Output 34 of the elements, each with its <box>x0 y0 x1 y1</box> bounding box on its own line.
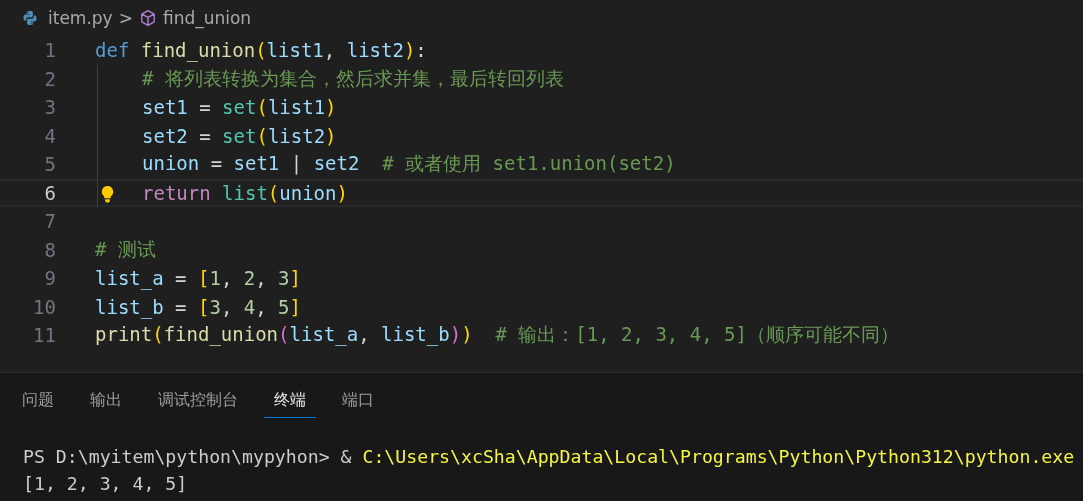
line-number: 9 <box>43 267 56 290</box>
panel-tab[interactable]: 输出 <box>80 388 132 418</box>
line-number: 5 <box>43 153 56 176</box>
code-line: def find_union(list1, list2): <box>95 39 427 62</box>
code-line: set2 = set(list2) <box>142 124 337 147</box>
line-number: 7 <box>43 210 56 233</box>
breadcrumb-separator: > <box>118 8 133 28</box>
line-number: 2 <box>43 67 56 90</box>
terminal-line: [1, 2, 3, 4, 5] <box>23 472 189 496</box>
symbol-breadcrumb[interactable]: find_union <box>162 8 252 28</box>
line-number: 11 <box>32 324 56 347</box>
cube-icon <box>138 9 157 27</box>
line-number: 1 <box>43 39 56 62</box>
code-line: print(find_union(list_a, list_b)) # 输出：[1, 2, 3, 4, 5]（顺序可能不同） <box>95 322 899 348</box>
code-line: list_b = [3, 4, 5] <box>95 295 301 318</box>
panel-tab[interactable]: 调试控制台 <box>148 388 248 418</box>
line-number: 8 <box>43 238 56 261</box>
code-line: # 将列表转换为集合，然后求并集，最后转回列表 <box>142 65 564 91</box>
panel-tab[interactable]: 端口 <box>332 388 384 418</box>
python-icon <box>22 10 38 26</box>
lightbulb-icon[interactable] <box>100 184 115 204</box>
code-line: # 测试 <box>95 236 156 262</box>
line-number: 6 <box>43 181 56 204</box>
code-line: return list(union) <box>142 181 348 204</box>
terminal-line: PS D:\myitem\python\mypyhon> & C:\Users\xcSha\AppData\Local\Programs\Python\Python312\python.exe <box>23 445 1076 469</box>
line-number: 3 <box>43 96 56 119</box>
panel-tab[interactable]: 问题 <box>12 388 64 418</box>
line-number: 10 <box>32 295 56 318</box>
code-line: list_a = [1, 2, 3] <box>95 267 301 290</box>
line-number: 4 <box>43 124 56 147</box>
file-breadcrumb[interactable]: item.py <box>48 8 113 28</box>
code-line: union = set1 | set2 # 或者使用 set1.union(set2) <box>142 151 676 177</box>
code-line: set1 = set(list1) <box>142 96 337 119</box>
panel-tab[interactable]: 终端 <box>264 388 316 418</box>
